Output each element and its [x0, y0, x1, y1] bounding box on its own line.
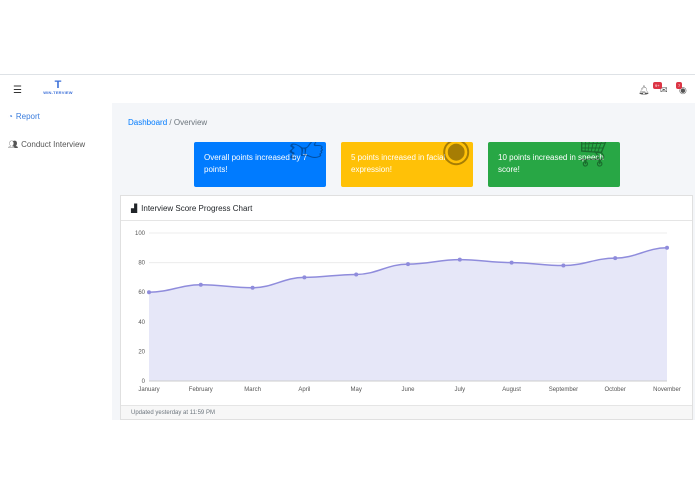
messages-badge: 9+ [653, 82, 662, 89]
area-fill [149, 247, 667, 381]
x-tick-label: June [401, 387, 415, 393]
data-point [354, 272, 359, 277]
y-tick-label: 40 [138, 320, 145, 326]
data-point [561, 263, 566, 268]
x-tick-label: September [549, 387, 578, 393]
menu-icon[interactable]: ☰ [13, 85, 22, 96]
eye-icon: ◉ [441, 142, 471, 169]
user-badge: 7 [676, 82, 683, 89]
users-icon: 👥︎ [8, 140, 19, 149]
data-point [509, 260, 514, 265]
thumbs-up-icon: 👍︎ [288, 142, 324, 169]
area-chart: 0 20 40 60 80 100 January February March April May… [135, 231, 681, 393]
breadcrumb: Dashboard / Overview [128, 118, 208, 127]
data-point [147, 290, 151, 295]
sidebar-item-report[interactable]: ◔ Report [8, 112, 40, 121]
breadcrumb-dashboard[interactable]: Dashboard [128, 118, 167, 127]
bell-icon[interactable]: 🔔︎ [638, 85, 649, 96]
tachometer-icon: ◔ [8, 112, 13, 121]
sidebar: ◔ Report 👥︎ Conduct Interview [0, 103, 112, 420]
y-tick-label: 20 [138, 349, 145, 355]
x-tick-label: July [454, 387, 465, 393]
info-box-overall: Overall points increased by 7 points! 👍︎ [194, 142, 326, 187]
x-tick-label: March [244, 387, 261, 393]
main-content: Dashboard / Overview Overall points incr… [112, 103, 695, 420]
breadcrumb-current: Overview [173, 118, 208, 127]
top-navbar: ☰ T WIN-TERVIEW 🔔︎ ✉ 9+ ◉ 7 [0, 74, 695, 103]
data-point [665, 245, 669, 250]
x-tick-label: April [298, 387, 310, 393]
x-tick-label: August [502, 387, 521, 393]
y-tick-label: 80 [138, 261, 145, 267]
y-tick-label: 0 [142, 379, 146, 385]
x-tick-label: February [189, 387, 213, 393]
y-tick-label: 100 [135, 231, 146, 237]
data-point [250, 285, 255, 290]
info-box-facial: 5 points increased in facial expression!… [341, 142, 473, 187]
sidebar-item-conduct-interview[interactable]: 👥︎ Conduct Interview [8, 140, 85, 149]
chart-card: ▟ Interview Score Progress Chart 0 20 40 60 8… [120, 195, 693, 420]
data-point [457, 257, 462, 262]
y-tick-label: 60 [138, 290, 145, 296]
x-tick-label: November [653, 387, 681, 393]
shopping-cart-icon: 🛒︎ [574, 142, 618, 169]
data-point [302, 275, 307, 280]
logo[interactable]: T WIN-TERVIEW [40, 80, 76, 96]
chart-area-icon: ▟ [131, 204, 138, 213]
card-title: Interview Score Progress Chart [141, 204, 253, 213]
info-box-speech: 10 points increased in speech score! 🛒︎ [488, 142, 620, 187]
x-tick-label: October [605, 387, 626, 393]
x-tick-label: May [351, 387, 362, 393]
data-point [198, 282, 203, 287]
data-point [406, 262, 410, 267]
card-footer: Updated yesterday at 11:59 PM [121, 405, 692, 419]
data-point [613, 256, 618, 261]
x-tick-label: January [138, 387, 159, 393]
